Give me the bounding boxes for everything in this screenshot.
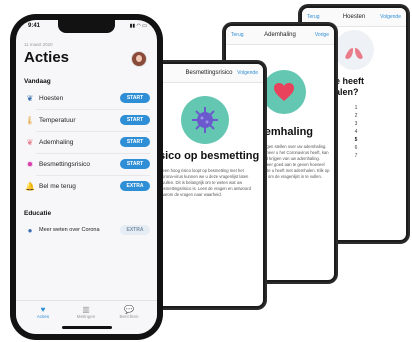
nav-title: Besmettingsrisico <box>185 70 233 76</box>
lungs-illustration <box>334 30 374 70</box>
item-label: Bel me terug <box>39 182 76 190</box>
thermometer-icon: 🌡 <box>24 115 36 125</box>
home-indicator <box>62 326 112 329</box>
acties-screen: 9:41 ▮▮ ◠ ▭ 11 maart 2020 Acties Vandaag… <box>16 20 157 334</box>
chart-icon: ▥ <box>82 305 90 314</box>
avatar[interactable] <box>131 51 147 67</box>
navbar: Terug Hoesten Volgende <box>302 8 406 27</box>
extra-button[interactable]: EXTRA <box>120 225 150 235</box>
list-item-bel-me-terug[interactable]: 🔔 Bel me terug EXTRA <box>24 176 150 196</box>
navbar: Besmettingsrisico Volgende <box>155 64 263 83</box>
scale-option[interactable]: 7 <box>350 152 362 160</box>
list-item-meer-weten[interactable]: ● Meer weten over Corona EXTRA <box>24 220 150 240</box>
main-phone: 9:41 ▮▮ ◠ ▭ 11 maart 2020 Acties Vandaag… <box>10 14 163 340</box>
nav-title: Hoesten <box>342 14 366 20</box>
scale-option[interactable]: 3 <box>350 120 362 128</box>
extra-button[interactable]: EXTRA <box>120 181 150 191</box>
lungs-icon: ❦ <box>26 137 34 147</box>
scale-list: 1 2 3 4 5 6 7 <box>350 104 362 160</box>
heart-icon <box>274 83 294 101</box>
virus-illustration <box>181 96 229 144</box>
list-item-temperatuur[interactable]: 🌡 Temperatuur START <box>24 110 150 130</box>
list-item-besmettingsrisico[interactable]: ✹ Besmettingsrisico START <box>24 154 150 174</box>
next-button[interactable]: Volgende <box>380 14 401 20</box>
section-today-heading: Vandaag <box>24 78 51 85</box>
list-item-hoesten[interactable]: ❦ Hoesten START <box>24 88 150 108</box>
next-button[interactable]: Volgende <box>237 70 258 76</box>
item-label: Hoesten <box>39 94 64 102</box>
prev-button[interactable]: Vorige <box>315 32 329 38</box>
info-icon: ● <box>27 225 33 235</box>
virus-icon: ✹ <box>26 159 34 169</box>
navbar: Terug Ademhaling Vorige <box>226 26 334 45</box>
item-label: Besmettingsrisico <box>39 160 90 168</box>
item-label: Meer weten over Corona <box>39 227 100 233</box>
lungs-icon: ❦ <box>26 93 34 103</box>
bell-icon: 🔔 <box>25 181 35 191</box>
list-item-ademhaling[interactable]: ❦ Ademhaling START <box>24 132 150 152</box>
screen-heading: sico op besmetting <box>159 150 260 162</box>
date-label: 11 maart 2020 <box>24 42 53 47</box>
item-label: Ademhaling <box>39 138 74 146</box>
back-button[interactable]: Terug <box>307 14 320 20</box>
screen-heading: demhaling <box>258 126 314 138</box>
start-button[interactable]: START <box>120 93 150 103</box>
screen-body: r vragen stellen over uw ademhaling. Wan… <box>258 144 330 179</box>
start-button[interactable]: START <box>120 115 150 125</box>
screen-besmettingsrisico: Besmettingsrisico Volgende sico op besme… <box>155 64 263 306</box>
status-time: 9:41 <box>28 23 41 29</box>
tab-acties[interactable]: ♥ Acties <box>28 305 58 319</box>
notch <box>58 20 115 33</box>
tab-berichten[interactable]: 💬 Berichten <box>114 305 144 319</box>
tab-metingen[interactable]: ▥ Metingen <box>71 305 101 319</box>
back-button[interactable]: Terug <box>231 32 244 38</box>
scale-option[interactable]: 6 <box>350 144 362 152</box>
scale-option[interactable]: 1 <box>350 104 362 112</box>
heart-icon: ♥ <box>40 305 46 314</box>
scale-option[interactable]: 4 <box>350 128 362 136</box>
start-button[interactable]: START <box>120 159 150 169</box>
avatar-face <box>136 55 142 62</box>
heart-illustration <box>262 70 306 114</box>
nav-title: Ademhaling <box>264 32 296 38</box>
tab-label: Acties <box>36 314 50 319</box>
scale-option[interactable]: 2 <box>350 112 362 120</box>
item-label: Temperatuur <box>39 116 76 124</box>
status-icons: ▮▮ ◠ ▭ <box>129 23 147 29</box>
page-title: Acties <box>24 49 70 66</box>
tab-label: Metingen <box>76 314 96 319</box>
screen-body: u een hoog risico loopt op besmetting me… <box>159 168 251 197</box>
virus-icon <box>192 107 218 133</box>
scale-option-selected[interactable]: 5 <box>350 136 362 144</box>
chat-icon: 💬 <box>124 305 134 314</box>
tab-label: Berichten <box>119 314 139 319</box>
section-edu-heading: Educatie <box>24 210 52 217</box>
lungs-icon <box>345 41 363 59</box>
start-button[interactable]: START <box>120 137 150 147</box>
